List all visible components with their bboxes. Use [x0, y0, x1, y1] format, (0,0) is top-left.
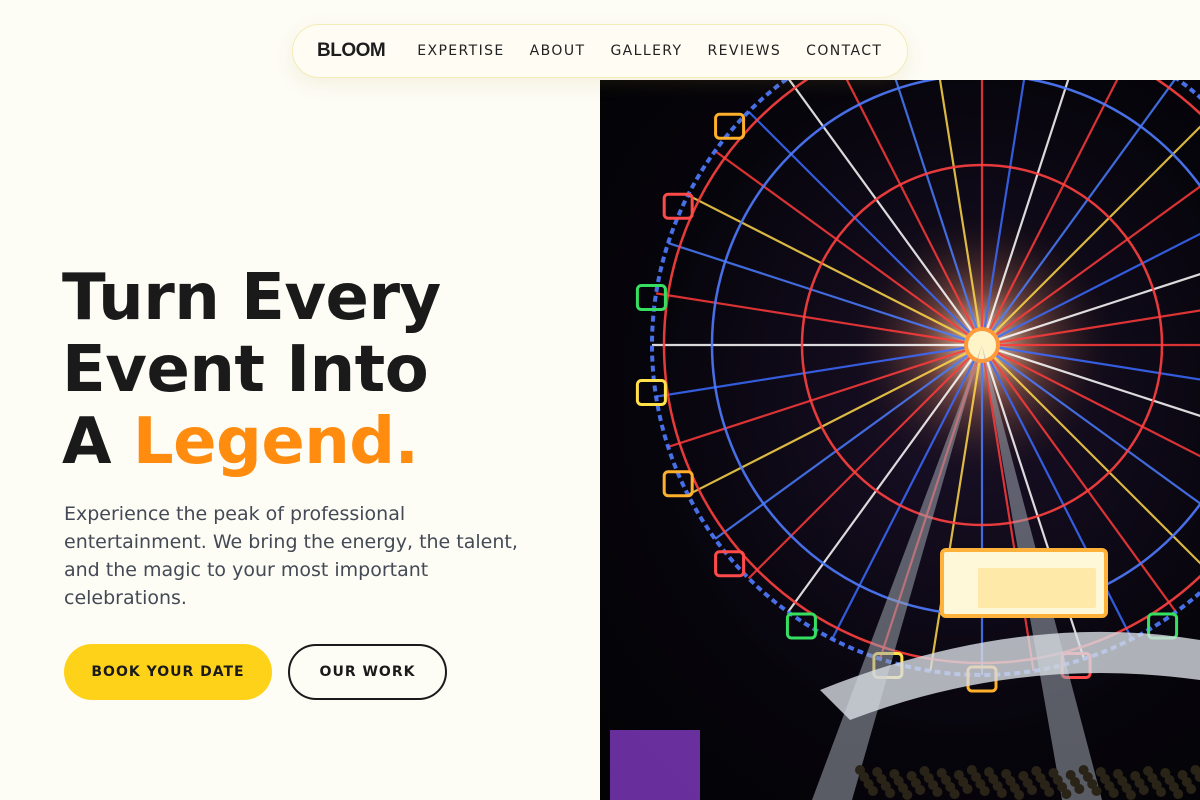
hero-lead-text: Experience the peak of professional ente…: [64, 503, 518, 609]
headline-line-3: A Legend.: [62, 406, 582, 478]
nav-link-gallery[interactable]: GALLERY: [610, 43, 682, 59]
hero-ferris-wheel-image: [600, 80, 1200, 800]
nav-link-reviews[interactable]: REVIEWS: [708, 43, 782, 59]
our-work-button[interactable]: OUR WORK: [288, 644, 447, 700]
nav-link-expertise[interactable]: EXPERTISE: [417, 43, 504, 59]
top-nav: BLOOM EXPERTISE ABOUT GALLERY REVIEWS CO…: [292, 24, 908, 78]
headline-line-1: Turn Every: [62, 261, 441, 335]
book-your-date-button[interactable]: BOOK YOUR DATE: [64, 644, 272, 700]
headline-prefix: A: [62, 405, 133, 479]
hero-headline: Turn Every Event Into A Legend.: [62, 262, 582, 478]
nav-link-about[interactable]: ABOUT: [530, 43, 586, 59]
ferris-wheel-illustration: [610, 80, 1200, 800]
brand-logo[interactable]: BLOOM: [317, 40, 386, 62]
headline-line-2: Event Into: [62, 333, 429, 407]
page: BLOOM EXPERTISE ABOUT GALLERY REVIEWS CO…: [0, 0, 1200, 800]
headline-accent: Legend.: [132, 405, 419, 479]
nav-links: EXPERTISE ABOUT GALLERY REVIEWS CONTACT: [417, 43, 882, 59]
nav-link-contact[interactable]: CONTACT: [806, 43, 882, 59]
